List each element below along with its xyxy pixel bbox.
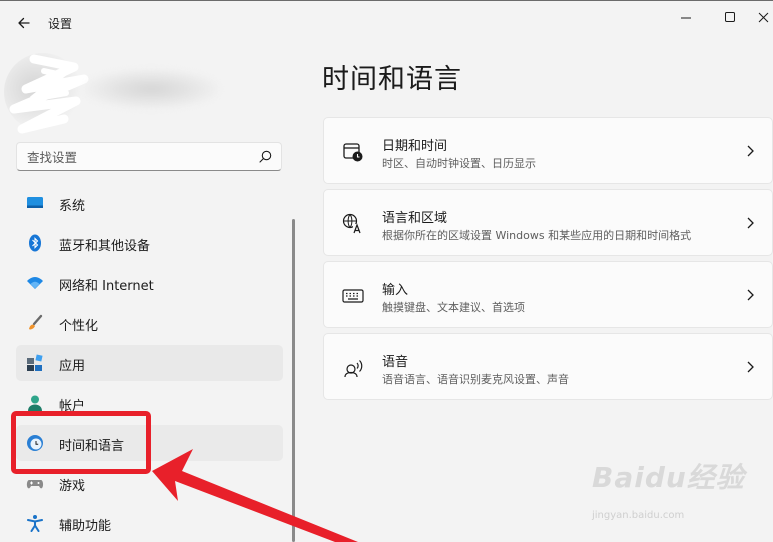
chevron-right-icon bbox=[747, 145, 754, 157]
chevron-right-icon bbox=[747, 217, 754, 229]
card-description: 触摸键盘、文本建议、首选项 bbox=[382, 301, 525, 314]
close-button[interactable] bbox=[755, 7, 773, 29]
card-description: 根据你所在的区域设置 Windows 和某些应用的日期和时间格式 bbox=[382, 229, 692, 242]
close-icon bbox=[758, 12, 769, 23]
brush-icon bbox=[29, 314, 43, 330]
avatar-scribble-icon bbox=[9, 54, 89, 134]
chevron-right-icon bbox=[747, 289, 754, 301]
search-input[interactable] bbox=[25, 147, 249, 168]
apps-icon bbox=[27, 354, 43, 371]
sidebar-item-label: 系统 bbox=[59, 199, 86, 214]
sidebar-scrollbar[interactable] bbox=[292, 219, 295, 542]
search-box[interactable] bbox=[16, 142, 282, 171]
sidebar-item-system[interactable]: 系统 bbox=[16, 185, 283, 221]
sidebar-item-label: 网络和 Internet bbox=[59, 279, 154, 294]
minimize-icon bbox=[681, 17, 691, 19]
maximize-icon bbox=[725, 12, 735, 22]
minimize-button[interactable] bbox=[671, 7, 701, 29]
wifi-icon bbox=[27, 277, 43, 289]
speech-icon bbox=[344, 360, 363, 378]
watermark-url: jingyan.baidu.com bbox=[592, 510, 685, 521]
sidebar-item-label: 游戏 bbox=[59, 479, 86, 494]
sidebar-item-label: 个性化 bbox=[59, 319, 99, 334]
card-title: 输入 bbox=[382, 283, 409, 298]
title-bar: 设置 bbox=[0, 1, 773, 45]
highlight-box bbox=[11, 411, 151, 474]
system-display-icon bbox=[27, 197, 43, 208]
chevron-right-icon bbox=[747, 361, 754, 373]
sidebar-item-label: 蓝牙和其他设备 bbox=[59, 239, 151, 254]
card-title: 日期和时间 bbox=[382, 139, 448, 154]
card-input[interactable]: 输入 触摸键盘、文本建议、首选项 bbox=[323, 261, 773, 328]
card-language-region[interactable]: 语言和区域 根据你所在的区域设置 Windows 和某些应用的日期和时间格式 bbox=[323, 189, 773, 256]
gamepad-icon bbox=[26, 480, 44, 489]
sidebar-item-apps[interactable]: 应用 bbox=[16, 345, 283, 381]
watermark: Baidu经验 jingyan.baidu.com bbox=[592, 456, 745, 521]
sidebar-item-label: 辅助功能 bbox=[59, 519, 112, 534]
card-description: 时区、自动时钟设置、日历显示 bbox=[382, 157, 536, 170]
card-title: 语音 bbox=[382, 355, 409, 370]
sidebar-item-bluetooth[interactable]: 蓝牙和其他设备 bbox=[16, 225, 283, 261]
card-speech[interactable]: 语音 语音语言、语音识别麦克风设置、声音 bbox=[323, 333, 773, 400]
card-description: 语音语言、语音识别麦克风设置、声音 bbox=[382, 373, 569, 386]
back-button[interactable] bbox=[14, 13, 34, 33]
user-name-blurred bbox=[84, 69, 219, 109]
settings-window: 设置 系统 bbox=[0, 0, 773, 542]
calendar-clock-icon bbox=[343, 143, 363, 162]
sidebar-item-network[interactable]: 网络和 Internet bbox=[16, 265, 283, 301]
user-profile[interactable] bbox=[0, 45, 300, 135]
card-date-time[interactable]: 日期和时间 时区、自动时钟设置、日历显示 bbox=[323, 117, 773, 184]
page-title: 时间和语言 bbox=[322, 64, 462, 95]
language-icon bbox=[342, 213, 363, 234]
sidebar-item-label: 应用 bbox=[59, 359, 86, 374]
sidebar-item-accessibility[interactable]: 辅助功能 bbox=[16, 505, 283, 541]
keyboard-icon bbox=[342, 289, 364, 303]
bluetooth-icon bbox=[29, 234, 41, 252]
card-title: 语言和区域 bbox=[382, 211, 448, 226]
maximize-button[interactable] bbox=[715, 7, 745, 29]
watermark-logo: Baidu经验 bbox=[592, 461, 745, 494]
sidebar-item-personalization[interactable]: 个性化 bbox=[16, 305, 283, 341]
accessibility-icon bbox=[27, 515, 43, 532]
account-icon bbox=[28, 395, 42, 411]
arrow-left-icon bbox=[18, 17, 30, 29]
app-title: 设置 bbox=[48, 17, 73, 31]
search-icon[interactable] bbox=[259, 150, 272, 163]
